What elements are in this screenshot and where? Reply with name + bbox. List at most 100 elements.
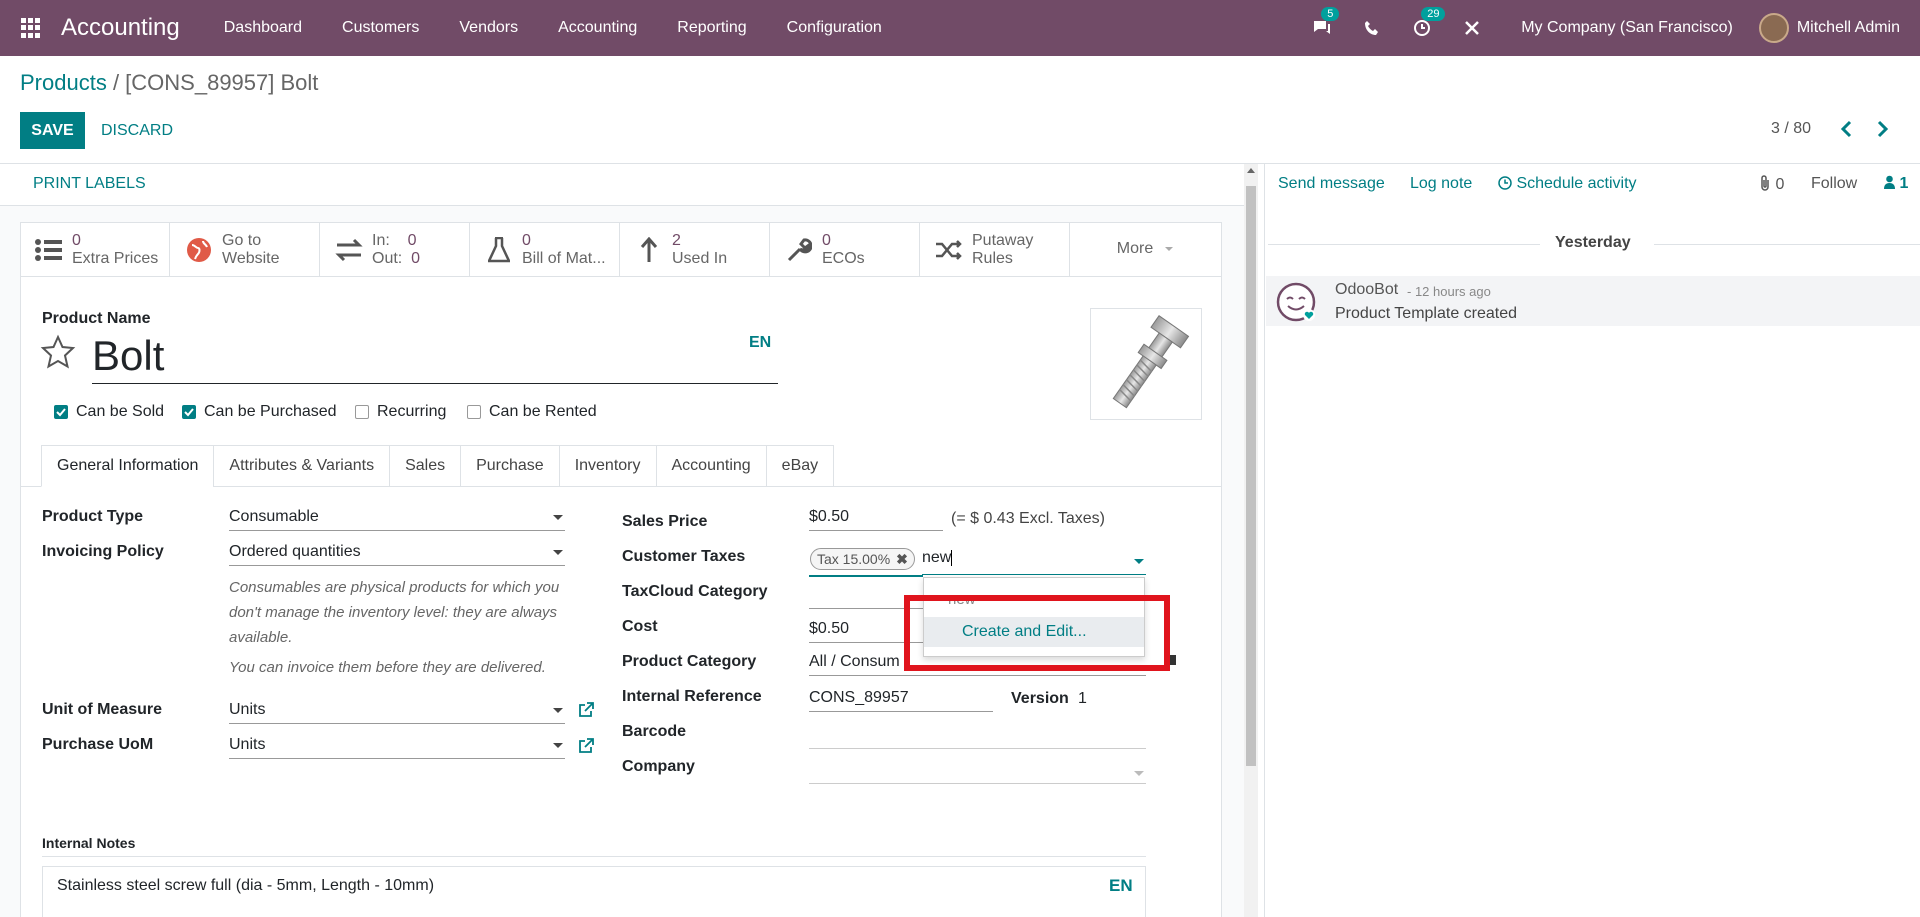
can-be-rented-checkbox[interactable]: Can be Rented bbox=[467, 403, 597, 421]
menu-reporting[interactable]: Reporting bbox=[657, 19, 766, 37]
external-link-icon[interactable] bbox=[578, 702, 594, 718]
odoobot-avatar bbox=[1276, 282, 1316, 322]
print-labels-button[interactable]: PRINT LABELS bbox=[33, 175, 146, 193]
invoice-help-text: You can invoice them before they are del… bbox=[229, 659, 546, 676]
internal-reference-input[interactable]: CONS_89957 bbox=[809, 686, 993, 712]
breadcrumb-current: [CONS_89957] Bolt bbox=[125, 70, 319, 95]
unit-of-measure-label: Unit of Measure bbox=[42, 701, 163, 718]
sales-price-input[interactable]: $0.50 bbox=[809, 505, 943, 531]
internal-notes-textarea[interactable]: Stainless steel screw full (dia - 5mm, L… bbox=[42, 866, 1146, 917]
messages-icon[interactable]: 5 bbox=[1311, 7, 1340, 39]
in-out-button[interactable]: In: 0 Out: 0 bbox=[320, 222, 470, 277]
attachments-count: 0 bbox=[1775, 176, 1785, 193]
ecos-label: ECOs bbox=[822, 249, 865, 267]
menu-accounting[interactable]: Accounting bbox=[538, 19, 657, 37]
attachments-button[interactable]: 0 bbox=[1759, 175, 1784, 196]
cursor-mark bbox=[1170, 655, 1176, 665]
message-body: Product Template created bbox=[1335, 305, 1518, 322]
tab-general-information[interactable]: General Information bbox=[41, 445, 214, 487]
smart-buttons: 0 Extra Prices Go to Website In: 0 Out: 0 … bbox=[20, 222, 1222, 277]
follow-button[interactable]: Follow bbox=[1811, 175, 1857, 193]
debug-tools-icon[interactable] bbox=[1461, 17, 1483, 39]
paperclip-icon bbox=[1759, 175, 1771, 196]
remove-tag-icon[interactable]: ✖ bbox=[896, 551, 908, 568]
menu-configuration[interactable]: Configuration bbox=[767, 19, 902, 37]
tab-ebay[interactable]: eBay bbox=[765, 445, 835, 487]
tab-inventory[interactable]: Inventory bbox=[558, 445, 656, 487]
go-to-website-button[interactable]: Go to Website bbox=[170, 222, 320, 277]
dropdown-caret-icon bbox=[553, 515, 563, 520]
breadcrumb-products-link[interactable]: Products bbox=[20, 70, 107, 95]
favorite-star-icon[interactable] bbox=[40, 334, 76, 370]
customer-taxes-input[interactable]: new bbox=[922, 549, 1146, 575]
pager-next-icon[interactable] bbox=[1873, 119, 1891, 139]
activity-icon[interactable]: 29 bbox=[1411, 7, 1446, 39]
ecos-button[interactable]: 0 ECOs bbox=[770, 222, 920, 277]
product-type-select[interactable]: Consumable bbox=[229, 505, 565, 531]
checkbox-unchecked-icon[interactable] bbox=[355, 405, 369, 419]
purchase-uom-select[interactable]: Units bbox=[229, 733, 565, 759]
notes-lang-button[interactable]: EN bbox=[1109, 876, 1133, 896]
menu-vendors[interactable]: Vendors bbox=[439, 19, 538, 37]
highlight-box bbox=[904, 595, 1170, 671]
discard-button[interactable]: DISCARD bbox=[101, 112, 173, 149]
top-navbar: Accounting Dashboard Customers Vendors A… bbox=[0, 0, 1920, 56]
more-button[interactable]: More bbox=[1070, 222, 1220, 276]
company-switcher[interactable]: My Company (San Francisco) bbox=[1521, 19, 1733, 37]
checkbox-checked-icon[interactable] bbox=[54, 405, 68, 419]
recurring-checkbox[interactable]: Recurring bbox=[355, 403, 446, 421]
product-name-lang-button[interactable]: EN bbox=[749, 334, 771, 352]
chatter-divider bbox=[1264, 164, 1265, 917]
log-note-button[interactable]: Log note bbox=[1410, 175, 1472, 193]
user-avatar[interactable] bbox=[1758, 13, 1789, 43]
product-category-label: Product Category bbox=[622, 653, 757, 670]
used-in-button[interactable]: 2 Used In bbox=[620, 222, 770, 277]
followers-button[interactable]: 1 bbox=[1884, 175, 1908, 194]
checkbox-unchecked-icon[interactable] bbox=[467, 405, 481, 419]
send-message-button[interactable]: Send message bbox=[1278, 175, 1385, 193]
tab-sales[interactable]: Sales bbox=[389, 445, 461, 487]
putaway-rules-button[interactable]: Putaway Rules bbox=[920, 222, 1070, 277]
barcode-input[interactable] bbox=[809, 748, 1146, 749]
save-button[interactable]: SAVE bbox=[20, 112, 85, 149]
more-caret-icon bbox=[1165, 247, 1174, 251]
tab-attributes-variants[interactable]: Attributes & Variants bbox=[213, 445, 390, 487]
product-name-input[interactable]: Bolt bbox=[92, 332, 778, 384]
go-to-label: Go to bbox=[222, 231, 262, 249]
extra-prices-button[interactable]: 0 Extra Prices bbox=[20, 222, 170, 277]
product-name-label: Product Name bbox=[42, 310, 151, 327]
invoicing-policy-select[interactable]: Ordered quantities bbox=[229, 540, 565, 566]
message-author[interactable]: OdooBot bbox=[1335, 281, 1398, 299]
app-title[interactable]: Accounting bbox=[61, 14, 180, 42]
can-be-sold-checkbox[interactable]: Can be Sold bbox=[54, 403, 164, 421]
out-label: Out: bbox=[372, 249, 403, 267]
tax-tag-label: Tax 15.00% bbox=[817, 551, 891, 567]
breadcrumb-separator: / bbox=[106, 70, 126, 95]
recurring-label: Recurring bbox=[377, 403, 447, 420]
scroll-up-arrow-icon[interactable] bbox=[1247, 168, 1255, 173]
company-select[interactable] bbox=[809, 771, 1146, 784]
unit-of-measure-select[interactable]: Units bbox=[229, 698, 565, 724]
phone-icon[interactable] bbox=[1361, 17, 1383, 39]
menu-customers[interactable]: Customers bbox=[322, 19, 439, 37]
consumable-help-text: Consumables are physical products for wh… bbox=[229, 579, 560, 646]
product-image[interactable] bbox=[1090, 308, 1202, 420]
user-menu[interactable]: Mitchell Admin bbox=[1797, 19, 1900, 37]
pager-value[interactable]: 3 / 80 bbox=[1771, 120, 1811, 138]
checkbox-checked-icon[interactable] bbox=[182, 405, 196, 419]
external-link-icon[interactable] bbox=[578, 738, 594, 754]
menu-dashboard[interactable]: Dashboard bbox=[204, 19, 322, 37]
version-value: 1 bbox=[1078, 690, 1087, 707]
pager-previous-icon[interactable] bbox=[1838, 119, 1856, 139]
sales-price-label: Sales Price bbox=[622, 513, 708, 530]
message-time: - 12 hours ago bbox=[1407, 284, 1491, 299]
schedule-activity-button[interactable]: Schedule activity bbox=[1498, 175, 1637, 195]
bill-of-materials-button[interactable]: 0 Bill of Mat... bbox=[470, 222, 620, 277]
apps-menu-icon[interactable] bbox=[21, 18, 41, 38]
invoicing-policy-value: Ordered quantities bbox=[229, 543, 361, 560]
tab-purchase[interactable]: Purchase bbox=[460, 445, 559, 487]
can-be-purchased-label: Can be Purchased bbox=[204, 403, 337, 420]
can-be-purchased-checkbox[interactable]: Can be Purchased bbox=[182, 403, 337, 421]
tab-accounting[interactable]: Accounting bbox=[655, 445, 766, 487]
scrollbar-thumb[interactable] bbox=[1246, 186, 1256, 766]
